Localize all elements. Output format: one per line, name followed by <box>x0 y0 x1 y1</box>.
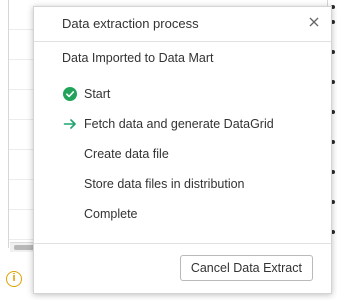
dialog-subtitle: Data Imported to Data Mart <box>62 51 214 65</box>
step-complete: Complete <box>62 199 274 229</box>
info-icon[interactable]: i <box>6 271 22 287</box>
step-list: Start Fetch data and generate DataGrid C… <box>62 79 274 229</box>
dialog-footer: Cancel Data Extract <box>34 243 331 296</box>
step-start: Start <box>62 79 274 109</box>
step-label: Fetch data and generate DataGrid <box>84 117 274 131</box>
dialog-header: Data extraction process <box>34 7 331 42</box>
data-extraction-dialog: Data extraction process Data Imported to… <box>33 6 332 294</box>
step-fetch-data: Fetch data and generate DataGrid <box>62 109 274 139</box>
check-circle-icon <box>62 86 78 102</box>
step-label: Start <box>84 87 111 101</box>
step-label: Store data files in distribution <box>84 177 245 191</box>
step-store-data-files: Store data files in distribution <box>62 169 274 199</box>
arrow-right-icon <box>62 116 78 132</box>
cancel-data-extract-button[interactable]: Cancel Data Extract <box>179 255 313 281</box>
step-label: Complete <box>84 207 138 221</box>
close-icon[interactable] <box>307 15 321 29</box>
dialog-title: Data extraction process <box>62 16 199 31</box>
step-create-data-file: Create data file <box>62 139 274 169</box>
step-label: Create data file <box>84 147 169 161</box>
